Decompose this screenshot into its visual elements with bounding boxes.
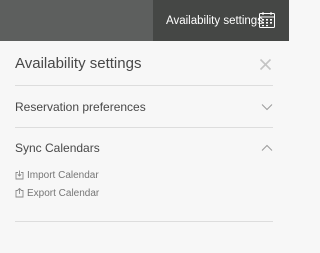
- divider: [15, 221, 273, 222]
- chevron-down-icon: [261, 104, 273, 111]
- close-icon[interactable]: [259, 58, 272, 71]
- import-calendar-label: Import Calendar: [27, 169, 99, 181]
- section-label: Reservation preferences: [15, 100, 146, 114]
- export-icon: [15, 188, 24, 198]
- chevron-up-icon: [261, 144, 273, 151]
- section-reservation-preferences[interactable]: Reservation preferences: [15, 96, 273, 118]
- section-label: Sync Calendars: [15, 141, 100, 155]
- export-calendar-link[interactable]: Export Calendar: [15, 186, 99, 200]
- import-icon: [15, 170, 24, 180]
- divider: [15, 85, 273, 86]
- availability-settings-tab[interactable]: Availability settings: [153, 0, 289, 41]
- section-sync-calendars[interactable]: Sync Calendars: [15, 137, 273, 159]
- import-calendar-link[interactable]: Import Calendar: [15, 168, 99, 182]
- export-calendar-label: Export Calendar: [27, 187, 100, 199]
- availability-settings-panel: Availability settings Reservation prefer…: [0, 41, 289, 253]
- panel-title: Availability settings: [15, 55, 142, 72]
- divider: [15, 127, 273, 128]
- calendar-icon: [259, 12, 275, 28]
- availability-settings-tab-label: Availability settings: [166, 14, 263, 27]
- top-bar: Availability settings: [0, 0, 289, 41]
